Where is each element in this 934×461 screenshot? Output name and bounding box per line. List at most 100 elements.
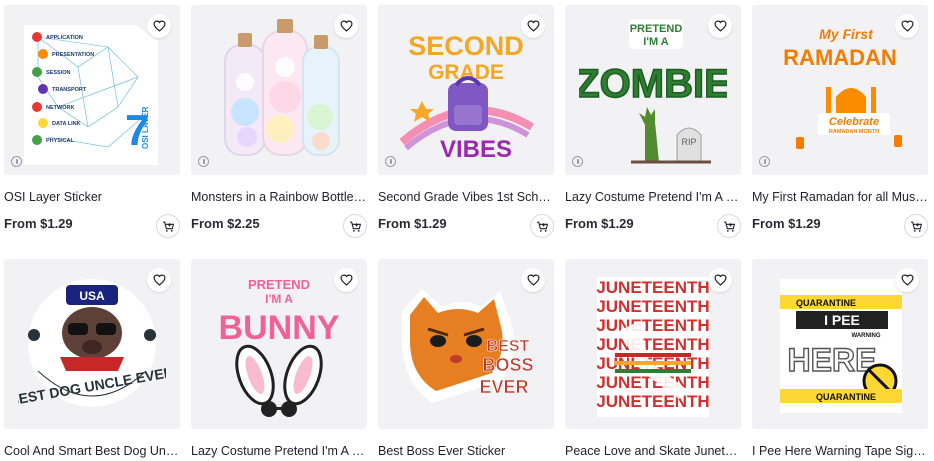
svg-text:PRETEND: PRETEND xyxy=(248,277,310,292)
info-icon[interactable] xyxy=(198,156,209,167)
favorite-button[interactable] xyxy=(521,268,545,292)
info-icon[interactable] xyxy=(11,156,22,167)
info-icon[interactable] xyxy=(572,156,583,167)
add-to-cart-button[interactable] xyxy=(904,214,928,238)
info-icon[interactable] xyxy=(759,156,770,167)
heart-outline-icon xyxy=(900,20,914,32)
favorite-button[interactable] xyxy=(521,14,545,38)
svg-text:OSI LAYER: OSI LAYER xyxy=(141,106,150,149)
favorite-button[interactable] xyxy=(895,268,919,292)
product-card[interactable]: QUARANTINE I PEE WARNING HERE QUARANTINE… xyxy=(752,259,928,459)
svg-text:DATA LINK: DATA LINK xyxy=(52,121,81,127)
product-image[interactable]: QUARANTINE I PEE WARNING HERE QUARANTINE xyxy=(752,259,928,429)
svg-text:ZOMBIE: ZOMBIE xyxy=(579,62,727,106)
product-image[interactable] xyxy=(191,5,367,175)
svg-text:JUNETEENTH: JUNETEENTH xyxy=(596,392,709,411)
svg-text:EVER: EVER xyxy=(479,377,528,397)
favorite-button[interactable] xyxy=(708,14,732,38)
product-card[interactable]: My First RAMADAN Celebrate RAMADAN MONTH… xyxy=(752,5,928,238)
cart-plus-icon xyxy=(723,221,735,232)
svg-text:NETWORK: NETWORK xyxy=(46,105,74,111)
cart-plus-icon xyxy=(536,221,548,232)
heart-outline-icon xyxy=(152,274,166,286)
product-title[interactable]: My First Ramadan for all Muslim Sticker xyxy=(752,189,928,205)
svg-text:SECOND: SECOND xyxy=(408,31,524,61)
svg-text:USA: USA xyxy=(79,289,105,303)
product-image[interactable]: PRETEND I'M A ZOMBIE RIP xyxy=(565,5,741,175)
product-grid: APPLICATION PRESENTATION SESSION TRANSPO… xyxy=(0,0,934,461)
osi-sticker-art: APPLICATION PRESENTATION SESSION TRANSPO… xyxy=(24,25,158,165)
svg-text:RAMADAN: RAMADAN xyxy=(783,45,897,70)
heart-outline-icon xyxy=(713,274,727,286)
product-image[interactable]: JUNETEENTH JUNETEENTH JUNETEENTH JUNETEE… xyxy=(565,259,741,429)
svg-text:QUARANTINE: QUARANTINE xyxy=(816,392,876,402)
svg-text:SESSION: SESSION xyxy=(46,70,70,76)
svg-text:JUNETEENTH: JUNETEENTH xyxy=(596,278,709,297)
product-title[interactable]: OSI Layer Sticker xyxy=(4,189,180,205)
heart-outline-icon xyxy=(900,274,914,286)
favorite-button[interactable] xyxy=(147,14,171,38)
svg-text:My First: My First xyxy=(819,26,874,42)
product-image[interactable]: SECOND GRADE VIBES xyxy=(378,5,554,175)
product-card[interactable]: PRETEND I'M A BUNNY Lazy Costume Pretend… xyxy=(191,259,367,459)
product-image[interactable]: APPLICATION PRESENTATION SESSION TRANSPO… xyxy=(4,5,180,175)
product-card[interactable]: JUNETEENTH JUNETEENTH JUNETEENTH JUNETEE… xyxy=(565,259,741,459)
svg-text:JUNETEENTH: JUNETEENTH xyxy=(596,316,709,335)
svg-text:PHYSICAL: PHYSICAL xyxy=(46,138,74,144)
favorite-button[interactable] xyxy=(334,268,358,292)
add-to-cart-button[interactable] xyxy=(717,214,741,238)
product-image[interactable]: USA BEST DOG UNCLE EVER xyxy=(4,259,180,429)
second-grade-sticker-art: SECOND GRADE VIBES xyxy=(399,31,535,163)
product-card[interactable]: Monsters in a Rainbow Bottle Sticker Fro… xyxy=(191,5,367,238)
best-boss-sticker-art: BEST BOSS EVER xyxy=(402,289,534,403)
svg-text:PRETEND: PRETEND xyxy=(630,23,683,35)
svg-text:JUNETEENTH: JUNETEENTH xyxy=(596,297,709,316)
product-price: From $1.29 xyxy=(4,216,73,231)
product-title[interactable]: Best Boss Ever Sticker xyxy=(378,443,554,459)
favorite-button[interactable] xyxy=(334,14,358,38)
svg-text:TRANSPORT: TRANSPORT xyxy=(52,87,87,93)
favorite-button[interactable] xyxy=(895,14,919,38)
cart-plus-icon xyxy=(910,221,922,232)
product-image[interactable]: My First RAMADAN Celebrate RAMADAN MONTH xyxy=(752,5,928,175)
product-title[interactable]: I Pee Here Warning Tape Sign Text Sticke… xyxy=(752,443,928,459)
svg-text:GRADE: GRADE xyxy=(428,61,504,84)
product-card[interactable]: USA BEST DOG UNCLE EVER Cool And Smart B… xyxy=(4,259,180,459)
product-image[interactable]: PRETEND I'M A BUNNY xyxy=(191,259,367,429)
favorite-button[interactable] xyxy=(147,268,171,292)
monsters-bottle-sticker-art xyxy=(224,19,340,156)
add-to-cart-button[interactable] xyxy=(343,214,367,238)
juneteenth-sticker-art: JUNETEENTH JUNETEENTH JUNETEENTH JUNETEE… xyxy=(596,277,710,417)
product-title[interactable]: Lazy Costume Pretend I'm A Zombie Sticke… xyxy=(565,189,741,205)
svg-text:QUARANTINE: QUARANTINE xyxy=(796,298,856,308)
svg-text:I'M A: I'M A xyxy=(643,36,668,48)
svg-text:BUNNY: BUNNY xyxy=(219,309,340,347)
heart-outline-icon xyxy=(526,274,540,286)
product-card[interactable]: SECOND GRADE VIBES Second Grade Vibes 1s… xyxy=(378,5,554,238)
product-price: From $1.29 xyxy=(752,216,821,231)
svg-text:RIP: RIP xyxy=(681,137,696,147)
info-icon[interactable] xyxy=(385,156,396,167)
favorite-button[interactable] xyxy=(708,268,732,292)
product-title[interactable]: Lazy Costume Pretend I'm A Bunny Sticker xyxy=(191,443,367,459)
bunny-sticker-art: PRETEND I'M A BUNNY xyxy=(219,277,340,417)
cart-plus-icon xyxy=(162,221,174,232)
svg-text:BEST: BEST xyxy=(487,338,530,355)
i-pee-here-sticker-art: QUARANTINE I PEE WARNING HERE QUARANTINE xyxy=(780,279,902,413)
svg-text:WARNING: WARNING xyxy=(852,333,881,339)
product-title[interactable]: Second Grade Vibes 1st School Day Sticke… xyxy=(378,189,554,205)
product-title[interactable]: Monsters in a Rainbow Bottle Sticker xyxy=(191,189,367,205)
product-image[interactable]: BEST BOSS EVER xyxy=(378,259,554,429)
product-title[interactable]: Cool And Smart Best Dog Uncle Ever Stick… xyxy=(4,443,180,459)
product-card[interactable]: APPLICATION PRESENTATION SESSION TRANSPO… xyxy=(4,5,180,238)
add-to-cart-button[interactable] xyxy=(530,214,554,238)
svg-text:BOSS: BOSS xyxy=(482,355,533,375)
product-card[interactable]: PRETEND I'M A ZOMBIE RIP Lazy Costume Pr… xyxy=(565,5,741,238)
heart-outline-icon xyxy=(526,20,540,32)
product-title[interactable]: Peace Love and Skate Juneteenth Sticker xyxy=(565,443,741,459)
svg-text:I'M A: I'M A xyxy=(265,292,293,306)
heart-outline-icon xyxy=(152,20,166,32)
product-price: From $2.25 xyxy=(191,216,260,231)
product-card[interactable]: BEST BOSS EVER Best Boss Ever Sticker xyxy=(378,259,554,459)
add-to-cart-button[interactable] xyxy=(156,214,180,238)
